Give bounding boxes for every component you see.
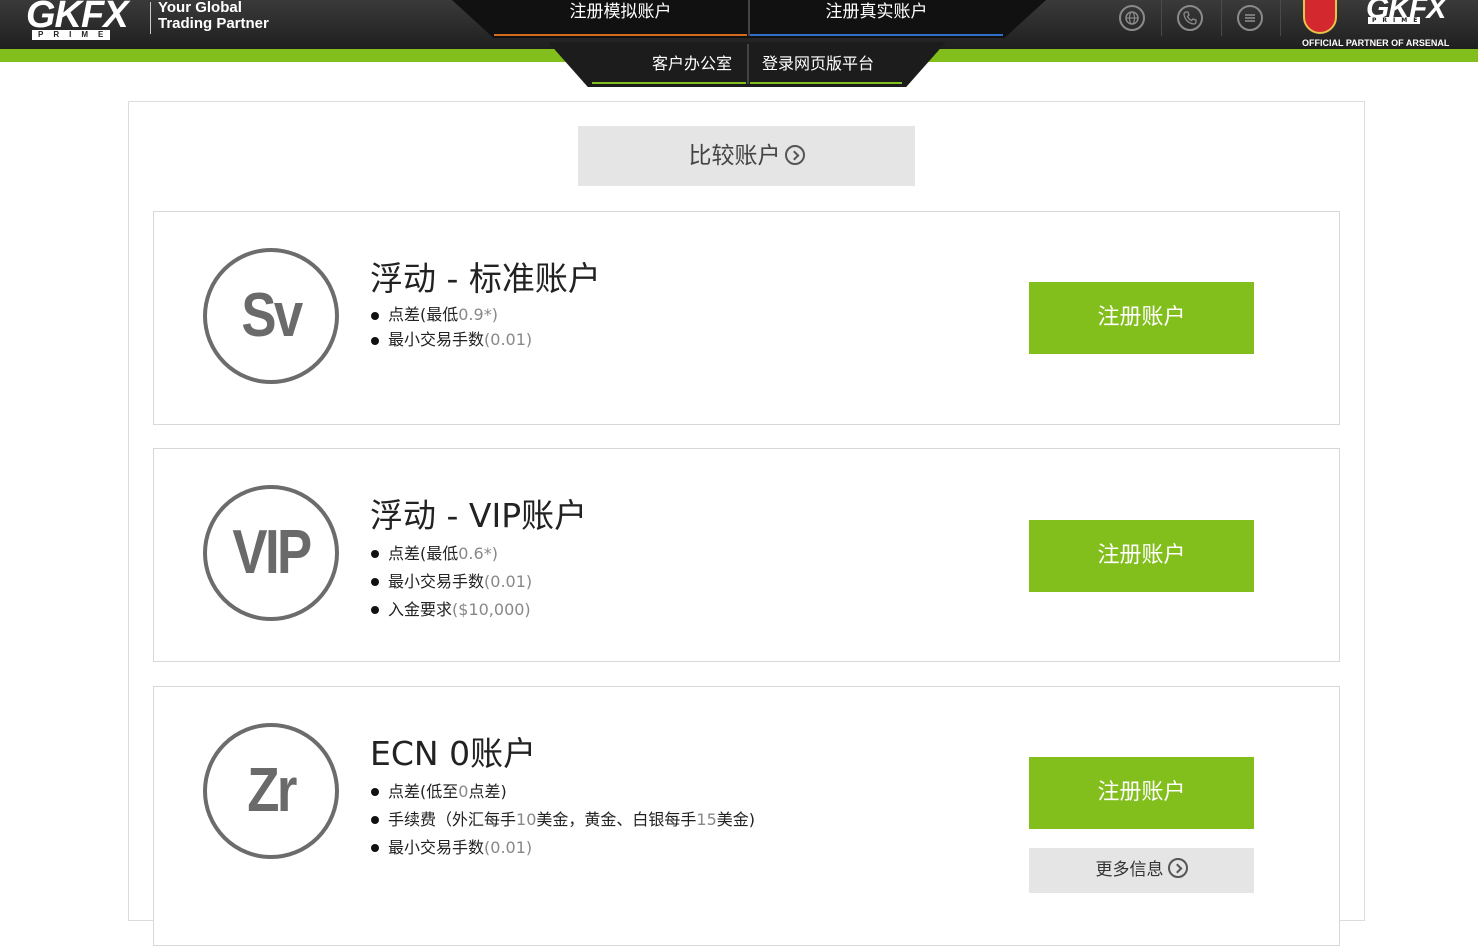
account-title: 浮动 - 标准账户 bbox=[370, 259, 601, 298]
compare-accounts-button[interactable]: 比较账户 bbox=[578, 126, 915, 186]
feature-item: 点差(最低0.9*) bbox=[370, 303, 532, 328]
account-title: 浮动 - VIP账户 bbox=[370, 496, 588, 535]
feature-item: 最小交易手数(0.01) bbox=[370, 568, 532, 596]
feature-item: 点差(低至0点差) bbox=[370, 778, 755, 806]
register-account-button[interactable]: 注册账户 bbox=[1029, 757, 1254, 829]
account-card-vip: VIP 浮动 - VIP账户 点差(最低0.6*) 最小交易手数(0.01) 入… bbox=[153, 448, 1340, 662]
compare-accounts-label: 比较账户 bbox=[688, 143, 781, 169]
nav-register-real[interactable]: 注册真实账户 bbox=[750, 0, 1003, 36]
header-icon-divider bbox=[1161, 0, 1162, 36]
feature-item: 入金要求($10,000) bbox=[370, 596, 532, 624]
account-badge-icon: Sv bbox=[203, 248, 339, 384]
partner-prime-label: PRIME bbox=[1368, 17, 1420, 24]
menu-icon[interactable] bbox=[1237, 5, 1263, 31]
account-badge-icon: Zr bbox=[203, 723, 339, 859]
register-account-button[interactable]: 注册账户 bbox=[1029, 282, 1254, 354]
logo-divider bbox=[150, 2, 151, 34]
more-info-button[interactable]: 更多信息 bbox=[1029, 848, 1254, 893]
tagline-line1: Your Global bbox=[158, 0, 242, 16]
phone-icon[interactable] bbox=[1177, 5, 1203, 31]
feature-item: 最小交易手数(0.01) bbox=[370, 834, 755, 862]
partner-text: OFFICIAL PARTNER OF ARSENAL bbox=[1302, 38, 1450, 48]
register-account-button[interactable]: 注册账户 bbox=[1029, 520, 1254, 592]
site-header: GKFX PRIME Your Global Trading Partner 注… bbox=[0, 0, 1478, 87]
account-title: ECN 0账户 bbox=[370, 734, 537, 773]
globe-icon[interactable] bbox=[1119, 5, 1145, 31]
header-icon-divider bbox=[1280, 0, 1281, 36]
tagline-line2: Trading Partner bbox=[158, 15, 269, 32]
feature-item: 手续费（外汇每手10美金，黄金、白银每手15美金) bbox=[370, 806, 755, 834]
circle-arrow-icon bbox=[1167, 858, 1188, 878]
account-features: 点差(最低0.9*) 最小交易手数(0.01) bbox=[370, 303, 532, 352]
circle-arrow-icon bbox=[784, 144, 805, 165]
arsenal-crest-icon bbox=[1303, 0, 1337, 34]
account-card-ecn: Zr ECN 0账户 点差(低至0点差) 手续费（外汇每手10美金，黄金、白银每… bbox=[153, 686, 1340, 946]
header-icon-divider bbox=[1221, 0, 1222, 36]
nav-divider bbox=[747, 44, 749, 84]
nav-web-platform-login[interactable]: 登录网页版平台 bbox=[750, 44, 902, 84]
account-card-standard: Sv 浮动 - 标准账户 点差(最低0.9*) 最小交易手数(0.01) 注册账… bbox=[153, 211, 1340, 425]
feature-item: 最小交易手数(0.01) bbox=[370, 328, 532, 353]
gkfx-prime-label: PRIME bbox=[32, 30, 110, 40]
account-features: 点差(最低0.6*) 最小交易手数(0.01) 入金要求($10,000) bbox=[370, 540, 532, 624]
nav-register-demo[interactable]: 注册模拟账户 bbox=[494, 0, 747, 36]
tagline: Your Global Trading Partner bbox=[158, 0, 269, 32]
account-features: 点差(低至0点差) 手续费（外汇每手10美金，黄金、白银每手15美金) 最小交易… bbox=[370, 778, 755, 862]
account-badge-icon: VIP bbox=[203, 485, 339, 621]
nav-client-office[interactable]: 客户办公室 bbox=[592, 44, 746, 84]
feature-item: 点差(最低0.6*) bbox=[370, 540, 532, 568]
more-info-label: 更多信息 bbox=[1095, 860, 1164, 880]
